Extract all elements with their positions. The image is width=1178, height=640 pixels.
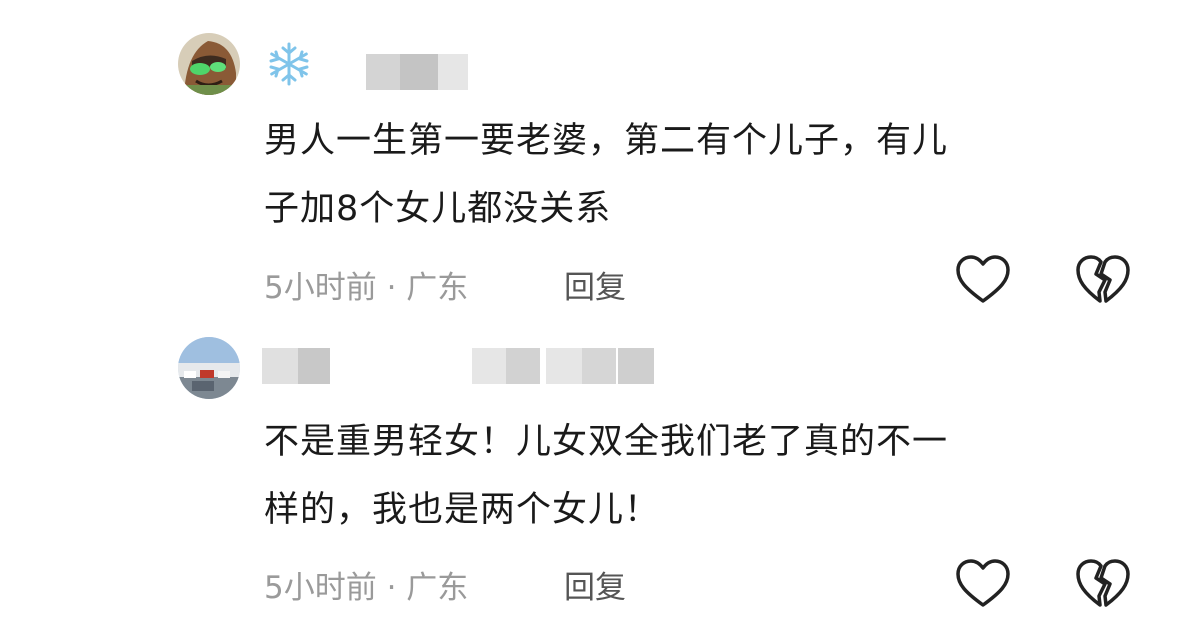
redacted-name xyxy=(438,54,468,90)
redacted-name xyxy=(262,348,298,384)
redacted-name xyxy=(582,348,616,384)
comment-text: 男人一生第一要老婆，第二有个儿子，有儿 子加8个女儿都没关系 xyxy=(264,107,1124,243)
redacted-name xyxy=(618,348,654,384)
reply-button[interactable]: 回复 xyxy=(564,262,626,307)
redacted-name xyxy=(472,348,506,384)
redacted-name xyxy=(366,54,400,90)
broken-heart-icon[interactable] xyxy=(1075,254,1131,306)
redacted-name xyxy=(506,348,540,384)
heart-outline-icon[interactable] xyxy=(955,254,1011,306)
comment-line: 不是重男轻女！儿女双全我们老了真的不一 xyxy=(264,422,949,462)
time-location: 5小时前 · 广东 xyxy=(264,270,469,306)
redacted-name xyxy=(400,54,438,90)
user-avatar[interactable] xyxy=(178,337,240,399)
comment-line: 子加8个女儿都没关系 xyxy=(264,189,612,229)
user-avatar[interactable] xyxy=(178,33,240,95)
redacted-name xyxy=(546,348,582,384)
comment-line: 样的，我也是两个女儿！ xyxy=(264,490,661,530)
redacted-name xyxy=(298,348,330,384)
heart-outline-icon[interactable] xyxy=(955,558,1011,610)
snowflake-icon xyxy=(269,42,309,86)
time-location: 5小时前 · 广东 xyxy=(264,570,469,606)
comment-line: 男人一生第一要老婆，第二有个儿子，有儿 xyxy=(264,121,949,161)
comment-text: 不是重男轻女！儿女双全我们老了真的不一 样的，我也是两个女儿！ xyxy=(264,408,1124,544)
comment-item: 男人一生第一要老婆，第二有个儿子，有儿 子加8个女儿都没关系 5小时前 · 广东… xyxy=(0,0,1178,320)
broken-heart-icon[interactable] xyxy=(1075,558,1131,610)
reply-button[interactable]: 回复 xyxy=(564,562,626,607)
